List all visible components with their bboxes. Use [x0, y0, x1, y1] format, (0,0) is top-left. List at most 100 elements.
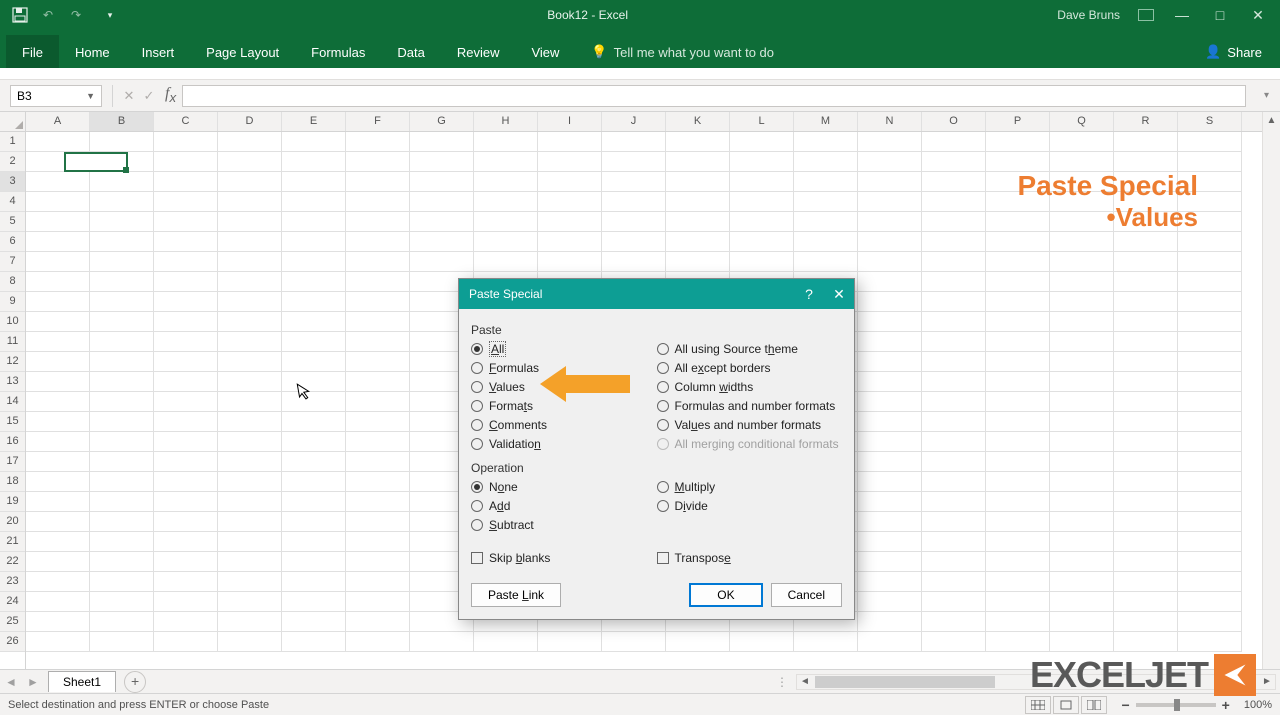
- cell[interactable]: [538, 252, 602, 272]
- row-header[interactable]: 26: [0, 632, 25, 652]
- cell[interactable]: [922, 252, 986, 272]
- cell[interactable]: [1050, 152, 1114, 172]
- cell[interactable]: [154, 152, 218, 172]
- cell[interactable]: [346, 532, 410, 552]
- cell[interactable]: [986, 332, 1050, 352]
- cell[interactable]: [218, 332, 282, 352]
- cell[interactable]: [410, 232, 474, 252]
- tab-split-icon[interactable]: ⋮: [776, 675, 788, 689]
- cell[interactable]: [1178, 352, 1242, 372]
- select-all-cells[interactable]: [0, 112, 25, 132]
- cell[interactable]: [1178, 292, 1242, 312]
- cell[interactable]: [922, 212, 986, 232]
- cell[interactable]: [986, 132, 1050, 152]
- cell[interactable]: [602, 172, 666, 192]
- cell[interactable]: [858, 252, 922, 272]
- column-header[interactable]: O: [922, 112, 986, 131]
- cell[interactable]: [1114, 572, 1178, 592]
- cell[interactable]: [346, 152, 410, 172]
- cell[interactable]: [1178, 132, 1242, 152]
- cell[interactable]: [346, 232, 410, 252]
- column-header[interactable]: R: [1114, 112, 1178, 131]
- cell[interactable]: [1114, 312, 1178, 332]
- cell[interactable]: [90, 272, 154, 292]
- cell[interactable]: [282, 292, 346, 312]
- cell[interactable]: [90, 252, 154, 272]
- new-sheet-button[interactable]: +: [124, 671, 146, 693]
- cell[interactable]: [282, 312, 346, 332]
- cell[interactable]: [858, 312, 922, 332]
- cell[interactable]: [154, 232, 218, 252]
- cell[interactable]: [538, 232, 602, 252]
- cell[interactable]: [858, 352, 922, 372]
- cell[interactable]: [154, 292, 218, 312]
- cell[interactable]: [922, 132, 986, 152]
- cell[interactable]: [346, 352, 410, 372]
- ribbon-display-icon[interactable]: [1138, 9, 1154, 21]
- cell[interactable]: [986, 312, 1050, 332]
- cell[interactable]: [1114, 452, 1178, 472]
- cell[interactable]: [26, 192, 90, 212]
- cell[interactable]: [218, 212, 282, 232]
- row-header[interactable]: 14: [0, 392, 25, 412]
- cell[interactable]: [538, 172, 602, 192]
- cell[interactable]: [1178, 392, 1242, 412]
- cell[interactable]: [26, 252, 90, 272]
- cell[interactable]: [1114, 352, 1178, 372]
- tab-nav-prev-icon[interactable]: ◄: [0, 675, 22, 689]
- cell[interactable]: [346, 432, 410, 452]
- cell[interactable]: [922, 332, 986, 352]
- cell[interactable]: [1114, 632, 1178, 652]
- cell[interactable]: [1114, 332, 1178, 352]
- zoom-slider[interactable]: [1136, 703, 1216, 707]
- row-header[interactable]: 21: [0, 532, 25, 552]
- column-header[interactable]: A: [26, 112, 90, 131]
- cell[interactable]: [986, 612, 1050, 632]
- cell[interactable]: [1178, 612, 1242, 632]
- column-header[interactable]: S: [1178, 112, 1242, 131]
- cell[interactable]: [346, 252, 410, 272]
- cell[interactable]: [154, 592, 218, 612]
- row-header[interactable]: 4: [0, 192, 25, 212]
- cell[interactable]: [922, 312, 986, 332]
- cell[interactable]: [922, 472, 986, 492]
- cell[interactable]: [346, 452, 410, 472]
- cell[interactable]: [922, 352, 986, 372]
- dialog-close-icon[interactable]: ✕: [824, 279, 854, 309]
- cell[interactable]: [26, 512, 90, 532]
- cell[interactable]: [666, 212, 730, 232]
- cell[interactable]: [90, 392, 154, 412]
- cell[interactable]: [858, 532, 922, 552]
- cell[interactable]: [218, 452, 282, 472]
- cell[interactable]: [90, 172, 154, 192]
- cell[interactable]: [922, 292, 986, 312]
- tab-view[interactable]: View: [515, 35, 575, 68]
- cell[interactable]: [26, 592, 90, 612]
- cell[interactable]: [922, 452, 986, 472]
- cell[interactable]: [986, 532, 1050, 552]
- cell[interactable]: [1050, 552, 1114, 572]
- cell[interactable]: [90, 512, 154, 532]
- cell[interactable]: [1114, 232, 1178, 252]
- cell[interactable]: [26, 332, 90, 352]
- cell[interactable]: [986, 352, 1050, 372]
- cell[interactable]: [922, 552, 986, 572]
- cell[interactable]: [1114, 472, 1178, 492]
- cell[interactable]: [858, 472, 922, 492]
- cell[interactable]: [346, 192, 410, 212]
- cell[interactable]: [1114, 132, 1178, 152]
- cell[interactable]: [26, 492, 90, 512]
- cell[interactable]: [282, 532, 346, 552]
- cell[interactable]: [26, 432, 90, 452]
- cell[interactable]: [858, 612, 922, 632]
- cell[interactable]: [1178, 312, 1242, 332]
- cell[interactable]: [410, 632, 474, 652]
- cell[interactable]: [90, 572, 154, 592]
- cell[interactable]: [922, 532, 986, 552]
- paste-radio-all-except-borders[interactable]: All except borders: [657, 358, 843, 377]
- column-header[interactable]: I: [538, 112, 602, 131]
- cell[interactable]: [1114, 372, 1178, 392]
- scroll-right-icon[interactable]: ►: [1259, 676, 1275, 687]
- cell[interactable]: [154, 412, 218, 432]
- cancel-formula-icon[interactable]: ✕: [119, 88, 139, 104]
